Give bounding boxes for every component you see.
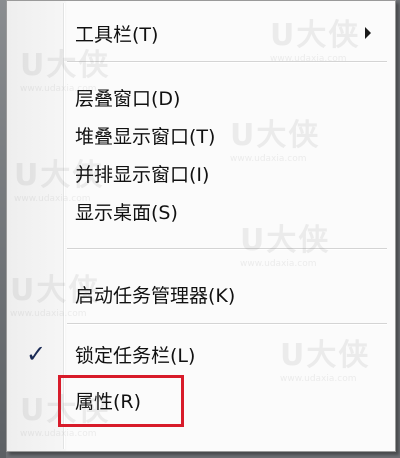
menu-item-label: 显示桌面(S)	[75, 201, 178, 224]
menu-item-lock-taskbar[interactable]: 锁定任务栏(L)	[67, 336, 387, 372]
menu-separator	[67, 248, 387, 250]
menu-item-label: 并排显示窗口(I)	[75, 163, 210, 186]
menu-item-cascade-windows[interactable]: 层叠窗口(D)	[67, 79, 387, 115]
menu-item-show-windows-stacked[interactable]: 堆叠显示窗口(T)	[67, 117, 387, 153]
highlight-annotation-box	[58, 375, 184, 427]
menu-item-label: 启动任务管理器(K)	[75, 284, 236, 307]
menu-item-label: 工具栏(T)	[75, 23, 159, 46]
submenu-arrow-icon	[365, 27, 371, 39]
menu-item-toolbars[interactable]: 工具栏(T)	[67, 15, 387, 51]
menu-separator	[67, 323, 387, 325]
menu-item-label: 锁定任务栏(L)	[75, 344, 196, 367]
menu-item-label: 层叠窗口(D)	[75, 87, 181, 110]
menu-separator	[67, 61, 387, 63]
menu-item-show-desktop[interactable]: 显示桌面(S)	[67, 193, 387, 229]
menu-item-show-windows-side-by-side[interactable]: 并排显示窗口(I)	[67, 155, 387, 191]
menu-item-start-task-manager[interactable]: 启动任务管理器(K)	[67, 276, 387, 312]
checkmark-icon: ✓	[25, 340, 47, 368]
menu-item-label: 堆叠显示窗口(T)	[75, 125, 216, 148]
